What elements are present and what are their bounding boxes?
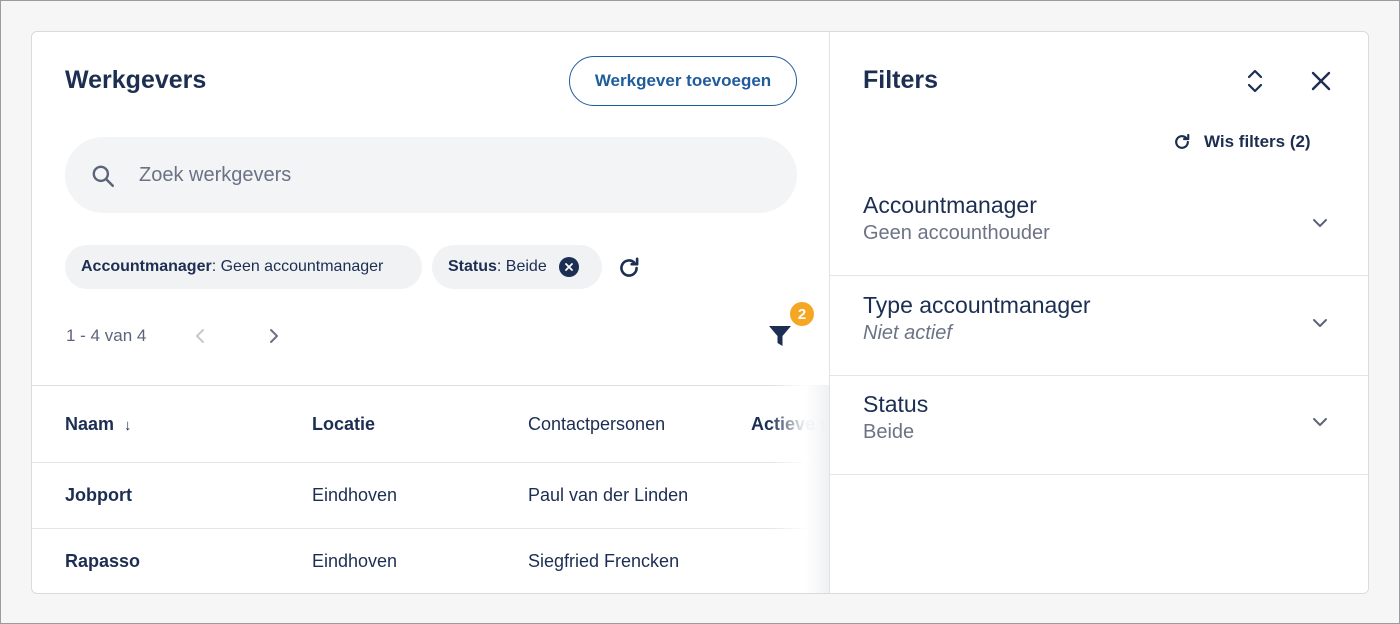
column-header-naam[interactable]: Naam ↓ bbox=[65, 414, 132, 435]
filter-name: Type accountmanager bbox=[863, 292, 1091, 318]
column-header-locatie[interactable]: Locatie bbox=[312, 414, 375, 435]
filters-panel: Filters Wis filters (2) Accountmanager G… bbox=[829, 32, 1368, 593]
clear-filters-label: Wis filters (2) bbox=[1204, 132, 1311, 151]
remove-chip-icon[interactable] bbox=[558, 257, 579, 277]
filter-item-accountmanager[interactable]: Accountmanager Geen accounthouder bbox=[830, 176, 1368, 276]
clear-filters-button[interactable]: Wis filters (2) bbox=[1172, 132, 1311, 152]
filter-item-status[interactable]: Status Beide bbox=[830, 375, 1368, 475]
table-header-row: Naam↓ Locatie Contactpersonen Actieve v bbox=[32, 385, 829, 462]
filters-title: Filters bbox=[863, 66, 939, 94]
close-icon[interactable] bbox=[1308, 68, 1334, 94]
cell-locatie: Eindhoven bbox=[312, 485, 398, 505]
chip-value: : Geen accountmanager bbox=[211, 258, 384, 275]
chevron-left-icon[interactable] bbox=[190, 325, 210, 347]
chip-value: : Beide bbox=[496, 258, 547, 275]
column-header-contactpersonen[interactable]: Contactpersonen bbox=[528, 414, 665, 435]
employers-panel: Werkgevers Werkgever toevoegen Accountma… bbox=[32, 32, 829, 593]
filter-name: Status bbox=[863, 391, 929, 417]
cell-naam[interactable]: Rapasso bbox=[65, 551, 140, 572]
page-title: Werkgevers bbox=[65, 66, 207, 94]
refresh-icon bbox=[1175, 133, 1190, 149]
chevron-right-icon[interactable] bbox=[264, 325, 284, 347]
search-input[interactable] bbox=[139, 155, 739, 195]
chevron-down-icon[interactable] bbox=[1310, 216, 1330, 230]
sort-down-icon: ↓ bbox=[124, 417, 132, 434]
table-row[interactable]: Rapasso Eindhoven Siegfried Frencken bbox=[32, 528, 829, 593]
cell-contactpersoon: Siegfried Frencken bbox=[528, 551, 680, 571]
cell-contactpersoon: Paul van der Linden bbox=[528, 485, 689, 505]
chip-key: Accountmanager bbox=[81, 258, 212, 275]
search-icon bbox=[92, 165, 115, 188]
cell-locatie: Eindhoven bbox=[312, 551, 398, 571]
chevron-down-icon[interactable] bbox=[1310, 415, 1330, 429]
reset-filters-icon[interactable] bbox=[616, 255, 642, 281]
chevron-down-icon[interactable] bbox=[1310, 316, 1330, 330]
filter-chip-accountmanager[interactable]: Accountmanager: Geen accountmanager bbox=[65, 245, 422, 289]
filter-value: Beide bbox=[863, 421, 915, 443]
filter-value: Niet actief bbox=[863, 322, 952, 344]
filter-chip-status[interactable]: Status: Beide bbox=[432, 245, 602, 289]
pagination-label: 1 - 4 van 4 bbox=[66, 326, 147, 345]
filter-count-badge: 2 bbox=[790, 302, 814, 326]
filter-name: Accountmanager bbox=[863, 192, 1037, 218]
expand-collapse-icon[interactable] bbox=[1242, 66, 1268, 96]
search-bar[interactable] bbox=[65, 137, 797, 213]
employers-table: Naam↓ Locatie Contactpersonen Actieve v … bbox=[32, 385, 829, 593]
cell-naam[interactable]: Jobport bbox=[65, 485, 132, 506]
filter-icon[interactable] bbox=[766, 323, 794, 349]
add-employer-button[interactable]: Werkgever toevoegen bbox=[569, 56, 797, 106]
table-scroll-fade bbox=[769, 385, 829, 593]
filter-value: Geen accounthouder bbox=[863, 222, 1050, 244]
chip-key: Status bbox=[448, 258, 497, 275]
main-card: Werkgevers Werkgever toevoegen Accountma… bbox=[31, 31, 1369, 594]
table-row[interactable]: Jobport Eindhoven Paul van der Linden bbox=[32, 462, 829, 528]
filter-item-type-accountmanager[interactable]: Type accountmanager Niet actief bbox=[830, 276, 1368, 376]
